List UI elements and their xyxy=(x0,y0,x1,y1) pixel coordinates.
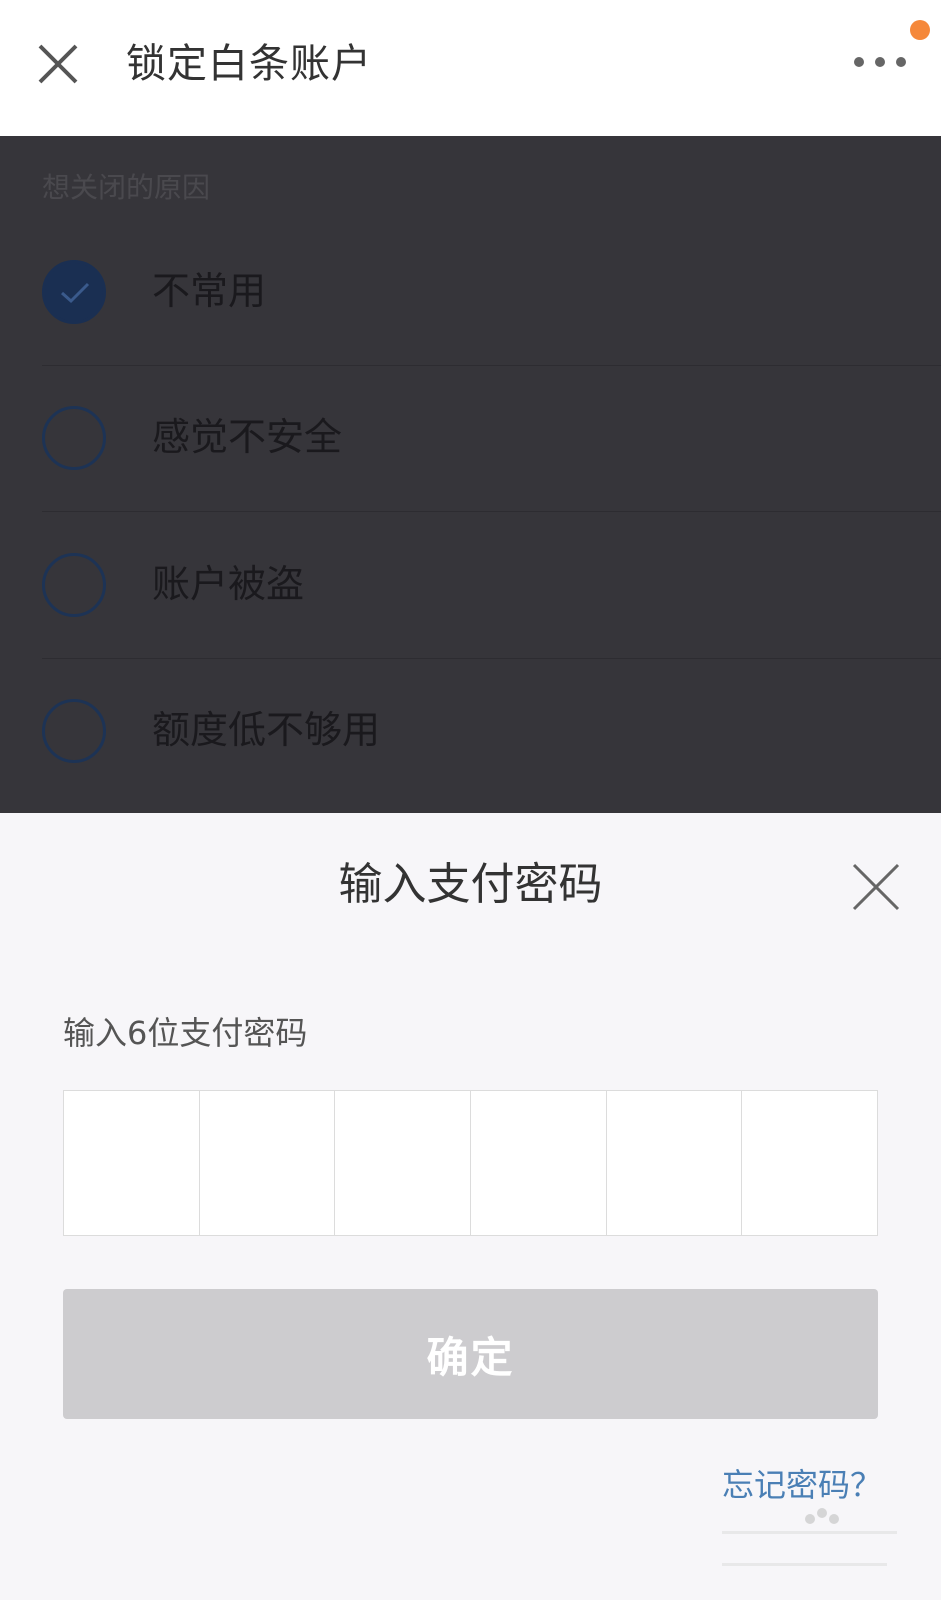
radio-unchecked-icon[interactable] xyxy=(42,553,106,617)
section-label: 想关闭的原因 xyxy=(42,171,211,204)
password-digit-cell[interactable] xyxy=(335,1091,472,1235)
password-digit-cell[interactable] xyxy=(607,1091,743,1235)
divider xyxy=(42,511,941,512)
close-icon[interactable] xyxy=(852,863,900,911)
radio-unchecked-icon[interactable] xyxy=(42,699,106,763)
reason-option-not-used[interactable]: 不常用 xyxy=(0,220,941,366)
close-reasons-section: 想关闭的原因 不常用 感觉不安全 账户被盗 额度低不够用 xyxy=(0,136,941,813)
reason-option-stolen[interactable]: 账户被盗 xyxy=(0,513,941,659)
password-digit-cell[interactable] xyxy=(64,1091,200,1235)
top-navigation-bar: 锁定白条账户 xyxy=(0,0,941,136)
notification-dot xyxy=(910,20,930,40)
reason-label: 不常用 xyxy=(152,269,267,313)
password-digit-cell[interactable] xyxy=(471,1091,607,1235)
password-digit-cell[interactable] xyxy=(200,1091,336,1235)
password-hint: 输入6位支付密码 xyxy=(63,1014,308,1052)
password-input[interactable] xyxy=(63,1090,878,1236)
more-horizontal-icon[interactable] xyxy=(854,50,914,74)
reason-option-unsafe[interactable]: 感觉不安全 xyxy=(0,366,941,512)
reason-label: 账户被盗 xyxy=(152,562,305,606)
reason-option-low-limit[interactable]: 额度低不够用 xyxy=(0,659,941,805)
confirm-button[interactable]: 确定 xyxy=(63,1289,878,1419)
baidu-watermark-logo xyxy=(722,1501,897,1581)
radio-unchecked-icon[interactable] xyxy=(42,406,106,470)
sheet-title: 输入支付密码 xyxy=(338,859,603,910)
payment-password-sheet: 输入支付密码 输入6位支付密码 确定 忘记密码？ xyxy=(0,813,941,1600)
close-icon[interactable] xyxy=(36,42,80,86)
password-digit-cell[interactable] xyxy=(742,1091,877,1235)
radio-checked-icon[interactable] xyxy=(42,260,106,324)
page-title: 锁定白条账户 xyxy=(126,41,372,87)
reason-label: 感觉不安全 xyxy=(152,415,343,459)
reason-label: 额度低不够用 xyxy=(152,708,381,752)
